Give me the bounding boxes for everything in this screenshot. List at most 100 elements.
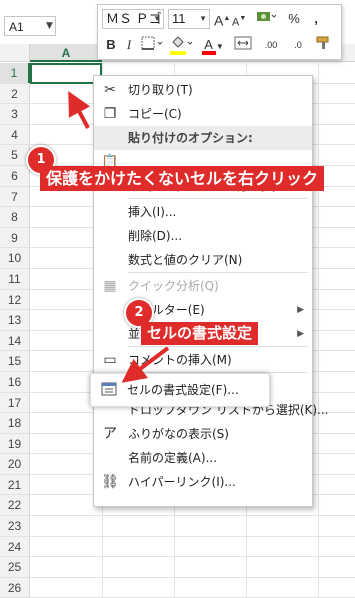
row-header[interactable]: 12 [0, 289, 30, 310]
row-header[interactable]: 24 [0, 536, 30, 557]
row-header[interactable]: 3 [0, 104, 30, 124]
context-menu: ✂切り取り(T)❐コピー(C)貼り付けのオプション:📋形式を選択して貼り付け(S… [93, 75, 329, 507]
row-header[interactable]: 26 [0, 577, 30, 598]
context-menu-item[interactable]: ✂ 切り取り(T) [94, 78, 312, 102]
row-header[interactable]: 19 [0, 433, 30, 454]
gridline [102, 536, 103, 557]
row-header[interactable]: 11 [0, 268, 30, 289]
submenu-arrow-icon: ▶ [297, 329, 304, 339]
fill-color-button[interactable] [168, 35, 196, 55]
submenu-arrow-icon: ▶ [297, 305, 304, 315]
row-header[interactable]: 15 [0, 351, 30, 371]
menu-item-format-cells[interactable]: セルの書式設定(F)... [93, 378, 268, 402]
gridline [246, 536, 247, 557]
format-painter-icon [316, 36, 329, 49]
row-header[interactable]: 2 [0, 83, 30, 104]
chevron-down-icon: ▼ [215, 42, 224, 51]
row-header[interactable]: 7 [0, 186, 30, 207]
row-header[interactable]: 17 [0, 392, 30, 413]
format-painter-button[interactable] [314, 35, 336, 55]
row-header[interactable]: 4 [0, 124, 30, 145]
font-name-box[interactable]: ＭＳ Ｐゴ ▼ [102, 9, 164, 29]
row-header[interactable]: 22 [0, 495, 30, 516]
menu-item-label: コピー(C) [128, 107, 182, 121]
bold-button[interactable]: B [104, 35, 118, 55]
chevron-down-icon[interactable]: ▼ [199, 10, 207, 28]
context-menu-item[interactable]: 挿入(I)... [94, 200, 312, 224]
context-menu-item[interactable]: アふりがなの表示(S) [94, 422, 312, 446]
decrease-decimal-button[interactable]: .0 [286, 35, 310, 55]
row-header[interactable]: 14 [0, 330, 30, 351]
table-row[interactable]: 26 [0, 577, 355, 598]
currency-icon [257, 12, 277, 21]
gridline [318, 536, 319, 557]
gridline [318, 227, 319, 248]
chevron-down-icon[interactable]: ▼ [46, 16, 53, 36]
table-row[interactable]: 24 [0, 536, 355, 558]
menu-separator [128, 198, 308, 199]
font-color-button[interactable]: A ▼ [200, 35, 228, 55]
gridline [318, 577, 319, 598]
context-menu-item[interactable]: 削除(D)... [94, 224, 312, 248]
table-row[interactable]: 23 [0, 516, 355, 537]
increase-decimal-icon: .00 [264, 40, 278, 50]
context-menu-item[interactable]: ⛓ ハイパーリンク(I)... [94, 470, 312, 494]
comma-style-button[interactable]: , [308, 9, 324, 29]
row-header[interactable]: 23 [0, 516, 30, 536]
table-row[interactable]: 25 [0, 557, 355, 578]
row-header[interactable]: 1 [0, 63, 30, 83]
menu-item-label: セルの書式設定(F)... [127, 383, 239, 397]
font-size-box[interactable]: 11 ▼ [168, 9, 210, 29]
context-menu-item[interactable]: 数式と値のクリア(N) [94, 248, 312, 272]
row-header[interactable]: 9 [0, 227, 30, 248]
grow-font-button[interactable]: A▲ [214, 9, 230, 29]
row-header[interactable]: 25 [0, 557, 30, 577]
chevron-down-icon[interactable]: ▼ [153, 10, 161, 28]
context-menu-item[interactable]: 名前の定義(A)... [94, 446, 312, 470]
menu-item-label: 名前の定義(A)... [128, 451, 218, 465]
merge-center-button[interactable] [232, 35, 254, 55]
row-header[interactable]: 21 [0, 474, 30, 495]
row-header[interactable]: 6 [0, 165, 30, 186]
select-all-corner[interactable] [0, 44, 30, 62]
menu-item-label: 削除(D)... [128, 229, 183, 243]
context-menu-item: ▦ クイック分析(Q) [94, 274, 312, 298]
menu-separator [128, 346, 308, 347]
percent-style-button[interactable]: % [286, 9, 302, 29]
menu-item-label: 挿入(I)... [128, 205, 177, 219]
accounting-format-button[interactable] [254, 9, 278, 29]
increase-decimal-button[interactable]: .00 [258, 35, 284, 55]
borders-button[interactable] [140, 35, 166, 55]
gridline [246, 577, 247, 598]
row-header[interactable]: 18 [0, 413, 30, 433]
gridline [174, 516, 175, 536]
furigana-icon: ア [103, 426, 117, 442]
comment-icon: ▭ [103, 352, 117, 368]
context-menu-item[interactable]: ❐ コピー(C) [94, 102, 312, 126]
font-color-swatch [202, 51, 216, 55]
gridline [318, 268, 319, 289]
shrink-font-button[interactable]: A▼ [232, 9, 246, 29]
gridline [246, 557, 247, 577]
gridline [174, 536, 175, 557]
gridline [318, 124, 319, 145]
row-header[interactable]: 16 [0, 371, 30, 392]
gridline [174, 557, 175, 577]
context-menu-item[interactable]: ▭ コメントの挿入(M) [94, 348, 312, 372]
row-header[interactable]: 13 [0, 310, 30, 330]
copy-icon: ❐ [103, 106, 117, 122]
italic-button[interactable]: I [122, 35, 136, 55]
gridline [102, 557, 103, 577]
row-header[interactable]: 20 [0, 454, 30, 474]
gridline [318, 207, 319, 227]
column-header-a[interactable]: A [30, 44, 102, 62]
quick-analysis-icon: ▦ [103, 278, 117, 294]
row-header[interactable]: 10 [0, 248, 30, 268]
gridline [318, 371, 319, 392]
hyperlink-icon: ⛓ [101, 474, 119, 490]
active-cell-a1[interactable] [30, 63, 102, 84]
gridline [318, 351, 319, 371]
merge-cells-icon [234, 36, 252, 50]
gridline [318, 454, 319, 474]
row-header[interactable]: 8 [0, 207, 30, 227]
